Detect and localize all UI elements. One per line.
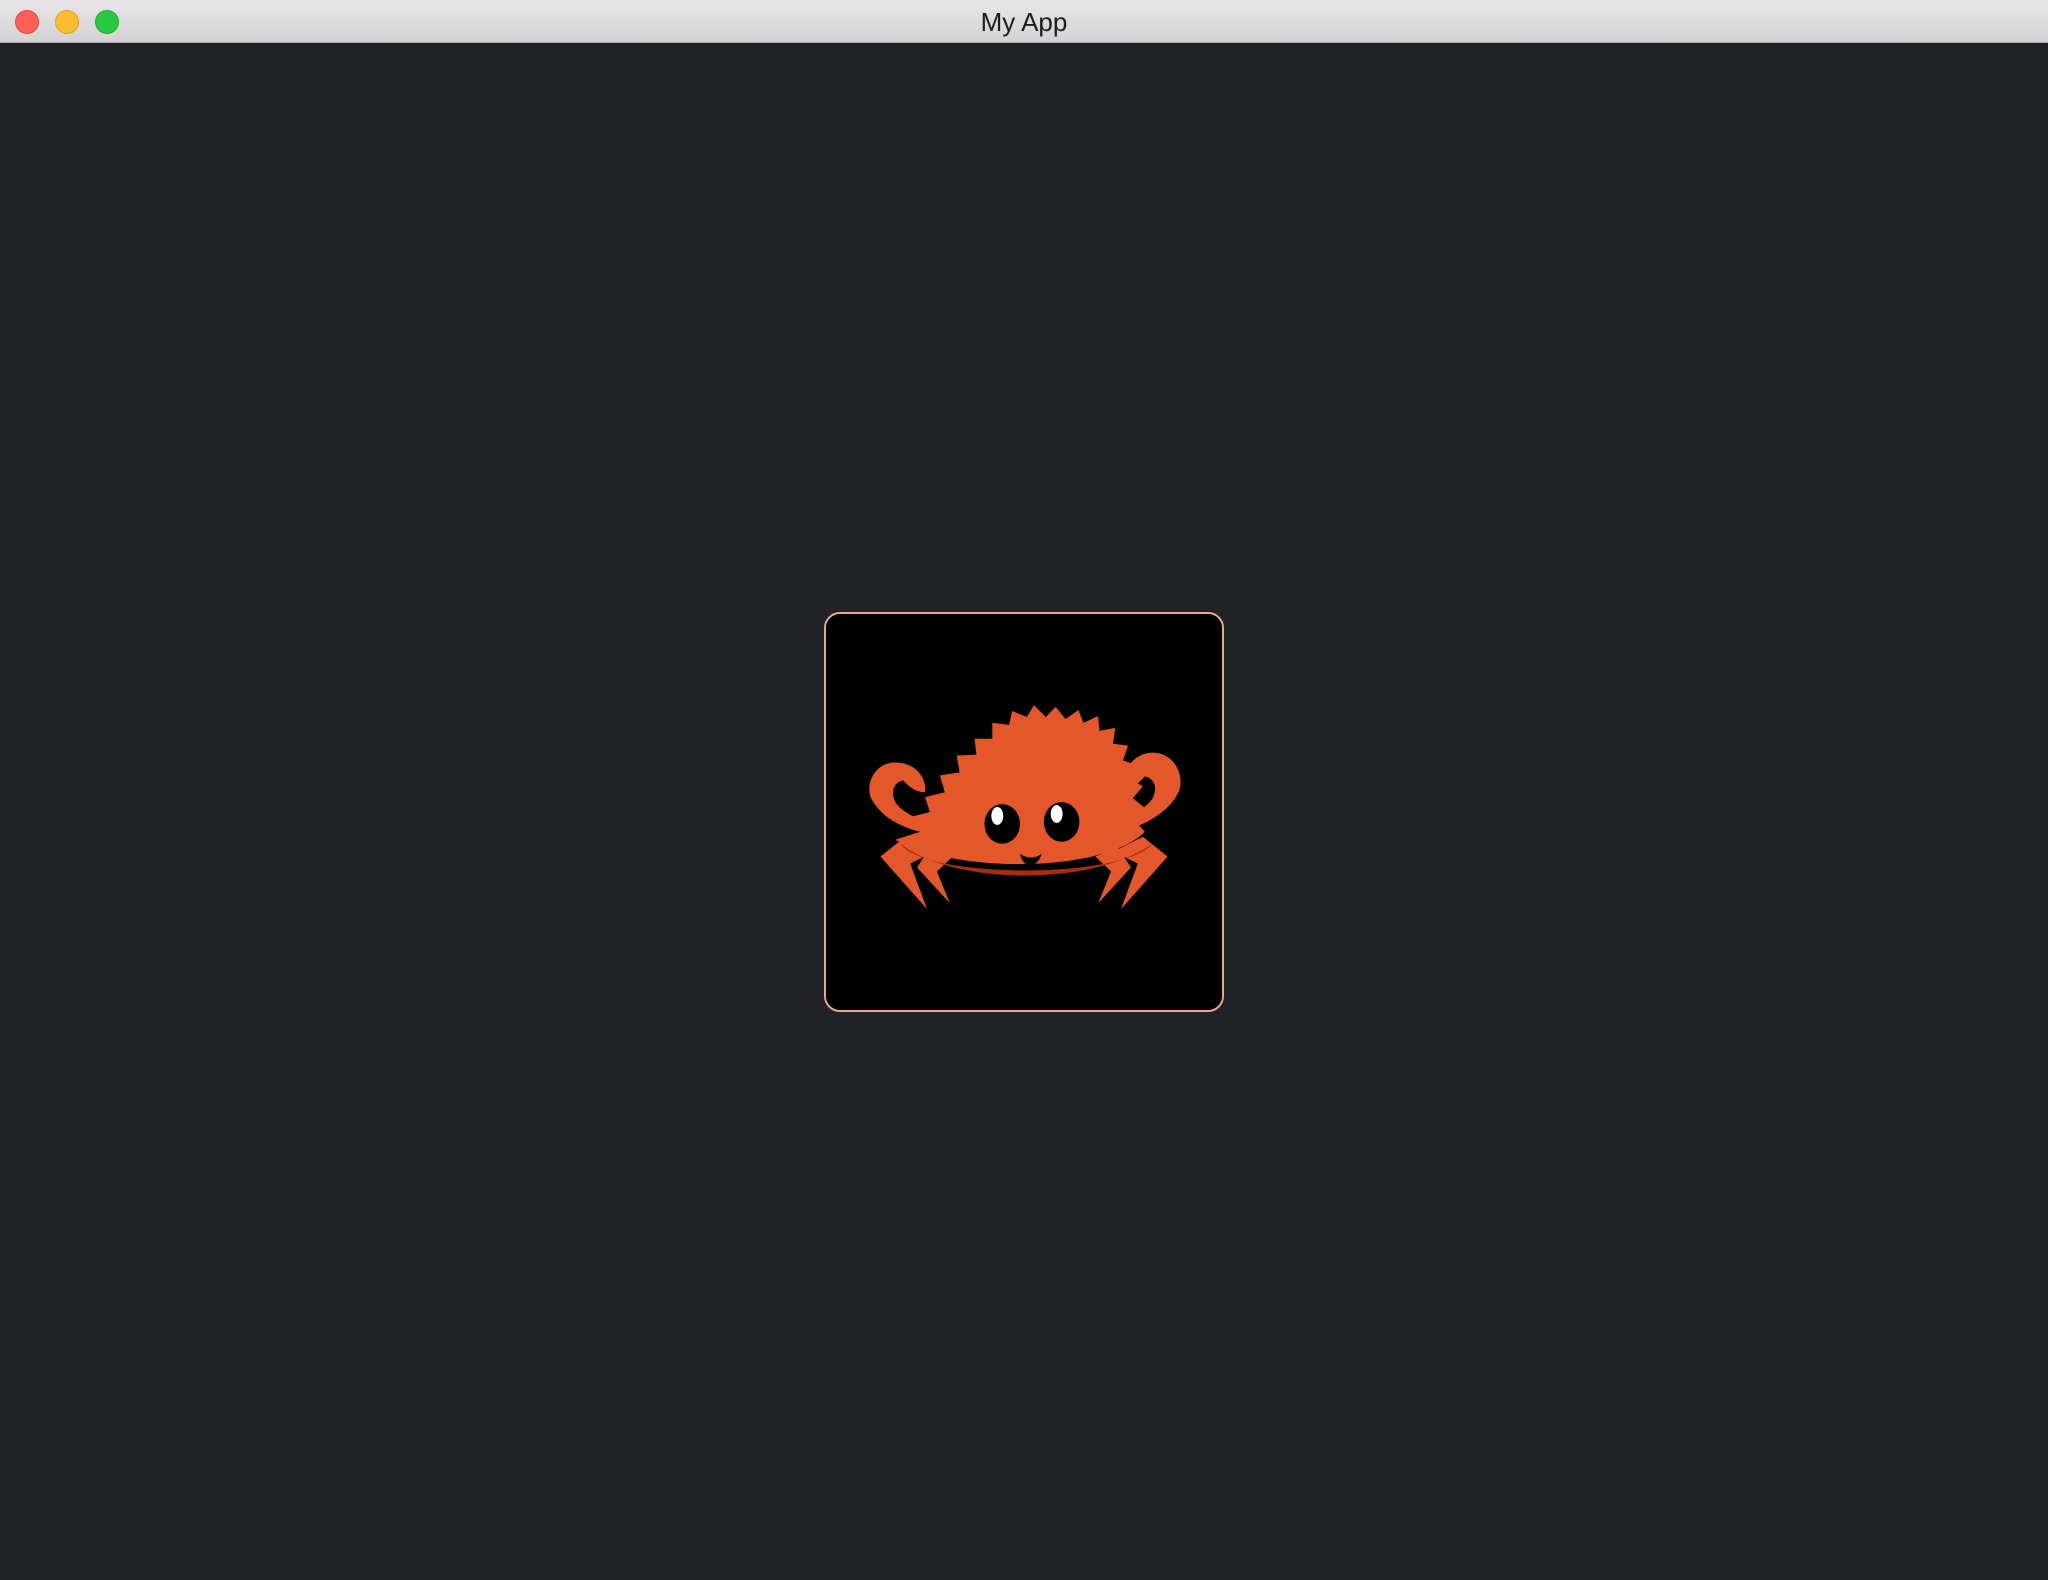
window-title: My App — [980, 7, 1068, 37]
app-window: My App — [0, 0, 2048, 1580]
title-bar[interactable]: My App — [0, 0, 2048, 43]
ferris-crab-icon — [826, 614, 1222, 1010]
content-area — [0, 43, 2048, 1580]
image-frame — [824, 612, 1224, 1012]
